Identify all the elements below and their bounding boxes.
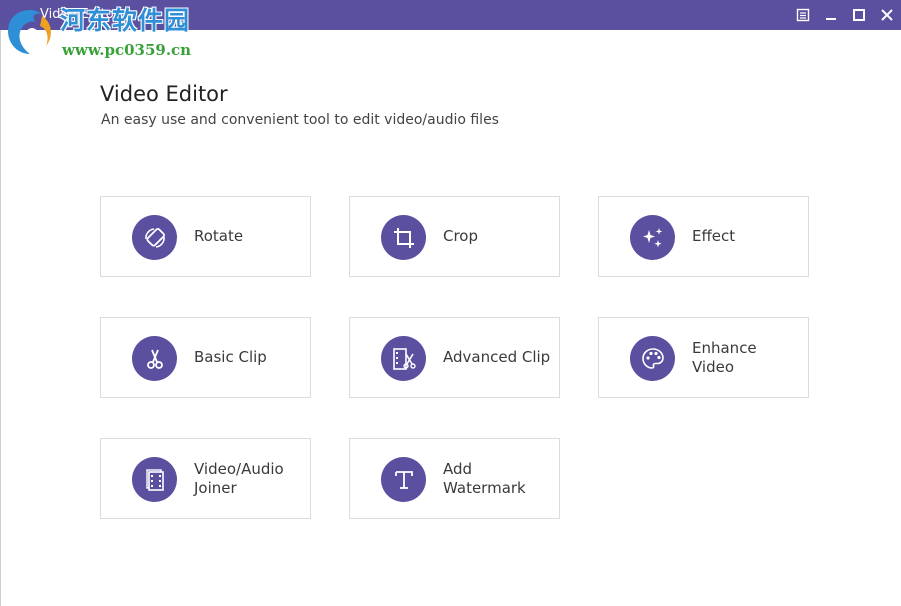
tool-label: Add Watermark <box>443 459 526 497</box>
tile-icon-badge <box>381 215 426 260</box>
minimize-icon <box>826 18 836 20</box>
palette-icon <box>641 347 664 369</box>
tool-tile-effect[interactable]: Effect <box>598 196 809 277</box>
page-title: Video Editor <box>100 82 228 106</box>
rotate-icon <box>144 227 165 248</box>
tool-tile-add-watermark[interactable]: Add Watermark <box>349 438 560 519</box>
scissors-icon <box>146 349 163 369</box>
tool-tile-basic-clip[interactable]: Basic Clip <box>100 317 311 398</box>
tool-label: Enhance Video <box>692 338 757 376</box>
tool-tile-crop[interactable]: Crop <box>349 196 560 277</box>
maximize-icon <box>853 9 865 21</box>
tile-icon-badge <box>630 336 675 381</box>
crop-icon <box>393 227 414 248</box>
film-stack-icon <box>145 468 164 491</box>
film-scissors-icon <box>392 347 416 370</box>
tool-label: Video/Audio Joiner <box>194 459 284 497</box>
window-left-border <box>0 30 1 606</box>
tool-label: Rotate <box>194 227 244 245</box>
window-controls <box>789 0 901 30</box>
tile-icon-badge <box>630 215 675 260</box>
window-title: Video Editor <box>40 7 120 22</box>
tool-label: Advanced Clip <box>443 348 551 366</box>
tool-label: Crop <box>443 227 479 245</box>
watermark-url: www.pc0359.cn <box>62 41 192 59</box>
tool-tile-rotate[interactable]: Rotate <box>100 196 311 277</box>
tool-label: Effect <box>692 227 736 245</box>
close-button[interactable] <box>873 0 901 30</box>
tool-tile-video-audio-joiner[interactable]: Video/Audio Joiner <box>100 438 311 519</box>
tile-icon-badge <box>381 336 426 381</box>
maximize-button[interactable] <box>845 0 873 30</box>
page-subtitle: An easy use and convenient tool to edit … <box>101 112 499 128</box>
minimize-button[interactable] <box>817 0 845 30</box>
tool-label: Basic Clip <box>194 348 267 366</box>
sparkle-icon <box>642 227 662 247</box>
menu-icon <box>796 8 810 22</box>
tile-icon-badge <box>132 336 177 381</box>
title-bar[interactable]: Video Editor <box>0 0 901 30</box>
close-icon <box>881 9 893 21</box>
tool-grid: Rotate Crop Effect Basic Clip Advanced C… <box>100 196 812 522</box>
tool-tile-advanced-clip[interactable]: Advanced Clip <box>349 317 560 398</box>
tile-icon-badge <box>132 457 177 502</box>
tool-tile-enhance-video[interactable]: Enhance Video <box>598 317 809 398</box>
text-icon <box>394 470 413 489</box>
tile-icon-badge <box>132 215 177 260</box>
menu-button[interactable] <box>789 0 817 30</box>
tile-icon-badge <box>381 457 426 502</box>
